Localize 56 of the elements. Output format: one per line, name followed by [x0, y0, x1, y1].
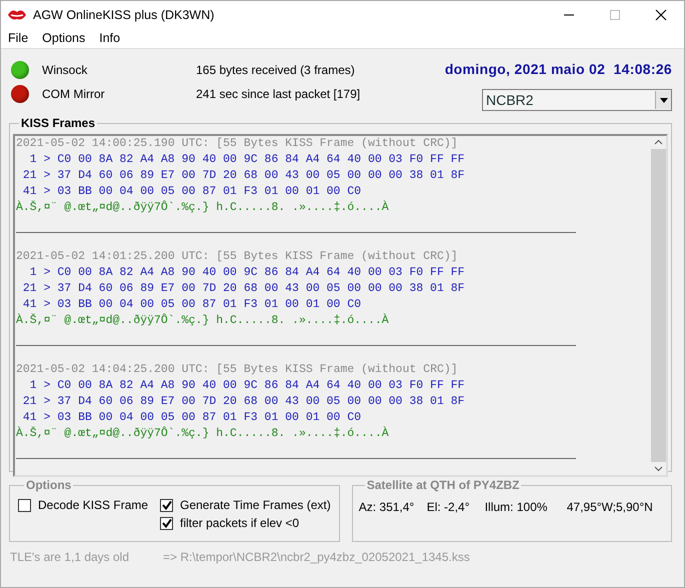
hex-offset: 1 [28, 265, 37, 281]
hex-bytes: 03 BB 00 04 00 05 00 87 01 F3 01 00 01 00 C0 [57, 411, 362, 424]
ascii-line: À.Š,¤¨ @.œt„¤d@..ðÿÿ7Ô`.%ç.} h.C.....8. .»....‡.ó....À [16, 426, 390, 442]
window-title: AGW OnlineKISS plus (DK3WN) [33, 8, 214, 22]
hex-offset: 21 [22, 281, 37, 297]
status-label: COM Mirror [42, 87, 106, 101]
file-path-text: => R:\tempor\NCBR2\ncbr2_py4zbz_02052021_1345.kss [163, 550, 470, 564]
hex-bytes: C0 00 8A 82 A4 A8 90 40 00 9C 86 84 A4 64 40 00 03 F0 FF FF [57, 266, 465, 279]
hex-bytes: C0 00 8A 82 A4 A8 90 40 00 9C 86 84 A4 64 40 00 03 F0 FF FF [57, 379, 465, 392]
status-info: 165 bytes received (3 frames) [196, 63, 355, 77]
status-info: 241 sec since last packet [179] [196, 87, 360, 101]
satellite-value: Illum: 100% [484, 500, 548, 514]
hex-offset: 1 [28, 152, 37, 168]
hex-bytes: 03 BB 00 04 00 05 00 87 01 F3 01 00 01 00 C0 [57, 298, 362, 311]
frame-header: 2021-05-02 14:01:25.200 UTC: [55 Bytes KISS Frame (without CRC)] [16, 249, 459, 265]
checkbox-option[interactable]: Decode KISS Frame [18, 498, 146, 512]
menu-item[interactable]: Info [99, 31, 120, 45]
hex-offset: 41 [22, 184, 37, 200]
date-time: domingo, 2021 maio 02 14:08:26 [444, 61, 672, 77]
group-title: Satellite at QTH of PY4ZBZ [366, 478, 520, 492]
hex-bytes: 37 D4 60 06 89 E7 00 7D 20 68 00 43 00 05 00 00 00 38 01 8F [57, 282, 465, 295]
group-title: KISS Frames [20, 116, 96, 130]
frame-header: 2021-05-02 14:00:25.190 UTC: [55 Bytes KISS Frame (without CRC)] [16, 136, 459, 152]
frame-header: 2021-05-02 14:04:25.200 UTC: [55 Bytes KISS Frame (without CRC)] [16, 362, 459, 378]
group-title: Options [25, 478, 72, 492]
hex-arrow: > [44, 185, 50, 198]
hex-arrow: > [44, 298, 50, 311]
hex-offset: 1 [28, 378, 37, 394]
hex-bytes: 03 BB 00 04 00 05 00 87 01 F3 01 00 01 00 C0 [57, 185, 362, 198]
hex-bytes: 37 D4 60 06 89 E7 00 7D 20 68 00 43 00 05 00 00 00 38 01 8F [57, 169, 465, 182]
menu-item[interactable]: Options [42, 31, 86, 45]
hex-arrow: > [44, 153, 50, 166]
checkbox-label: filter packets if elev <0 [180, 516, 300, 530]
hex-bytes: C0 00 8A 82 A4 A8 90 40 00 9C 86 84 A4 64 40 00 03 F0 FF FF [57, 153, 465, 166]
satellite-value: El: -2,4° [426, 500, 471, 514]
satellite-value: 47,95°W;5,90°N [566, 500, 653, 514]
hex-arrow: > [44, 169, 50, 182]
checkbox-option[interactable]: filter packets if elev <0 [160, 516, 331, 530]
hex-offset: 21 [22, 394, 37, 410]
checkbox-label: Decode KISS Frame [38, 498, 148, 512]
hex-arrow: > [44, 395, 50, 408]
hex-offset: 41 [22, 297, 37, 313]
ascii-line: À.Š,¤¨ @.œt„¤d@..ðÿÿ7Ô`.%ç.} h.C.....8. .»....‡.ó....À [16, 313, 390, 329]
hex-arrow: > [44, 379, 50, 392]
hex-arrow: > [44, 282, 50, 295]
ascii-line: À.Š,¤¨ @.œt„¤d@..ðÿÿ7Ô`.%ç.} h.C.....8. .»....‡.ó....À [16, 200, 390, 216]
hex-arrow: > [44, 266, 50, 279]
hex-offset: 41 [22, 410, 37, 426]
hex-arrow: > [44, 411, 50, 424]
satellite-value: Az: 351,4° [358, 500, 416, 514]
satellite-dropdown[interactable]: NCBR2 [482, 89, 672, 111]
menu-item[interactable]: File [8, 31, 28, 45]
status-label: Winsock [42, 63, 88, 77]
tle-age-text: TLE's are 1,1 days old [10, 550, 130, 564]
hex-offset: 21 [22, 168, 37, 184]
hex-bytes: 37 D4 60 06 89 E7 00 7D 20 68 00 43 00 05 00 00 00 38 01 8F [57, 395, 465, 408]
